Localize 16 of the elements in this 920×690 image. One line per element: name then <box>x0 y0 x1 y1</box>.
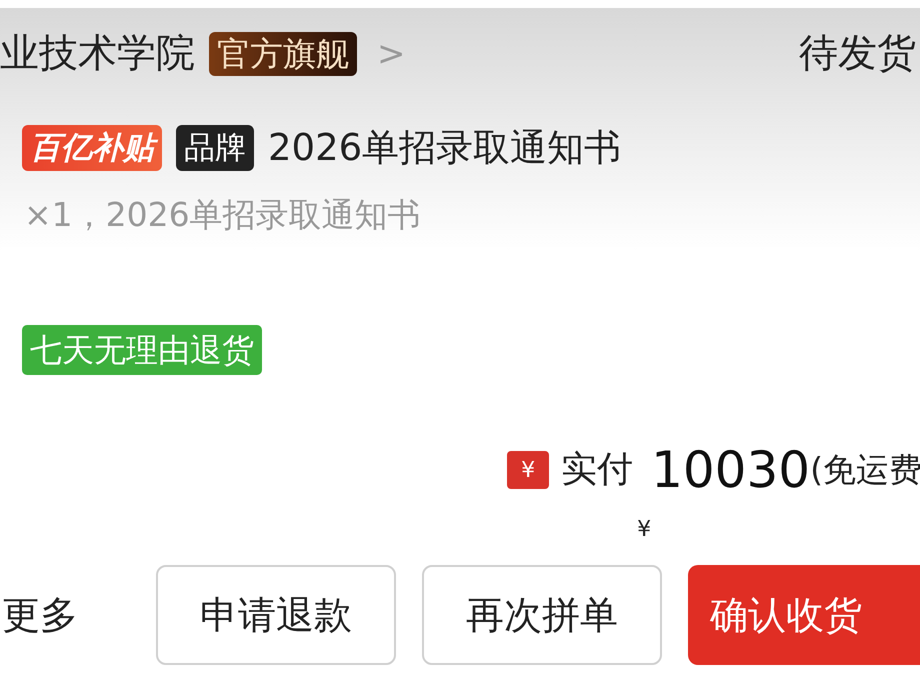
shop-name[interactable]: 业技术学院 <box>0 24 195 84</box>
subsidy-tag: 百亿补贴 <box>22 125 162 171</box>
product-spec: ×1，2026单招录取通知书 <box>24 194 421 236</box>
action-button[interactable]: 申请退款 <box>156 565 396 665</box>
brand-tag: 品牌 <box>176 125 254 171</box>
paid-label: 实付 <box>561 448 634 492</box>
paid-amount: 10030 <box>651 440 810 500</box>
payment-icon: ¥ <box>507 451 550 489</box>
product-title[interactable]: 2026单招录取通知书 <box>268 120 622 176</box>
action-button[interactable]: 再次拼单 <box>422 565 662 665</box>
confirm-receipt-button[interactable]: 确认收货 <box>688 565 920 665</box>
flagship-badge: 官方旗舰 <box>209 32 357 76</box>
more-link[interactable]: 更多 <box>0 586 130 644</box>
currency-symbol: ¥ <box>637 516 652 544</box>
return-policy-tag: 七天无理由退货 <box>22 325 262 375</box>
order-status: 待发货 <box>799 30 916 78</box>
